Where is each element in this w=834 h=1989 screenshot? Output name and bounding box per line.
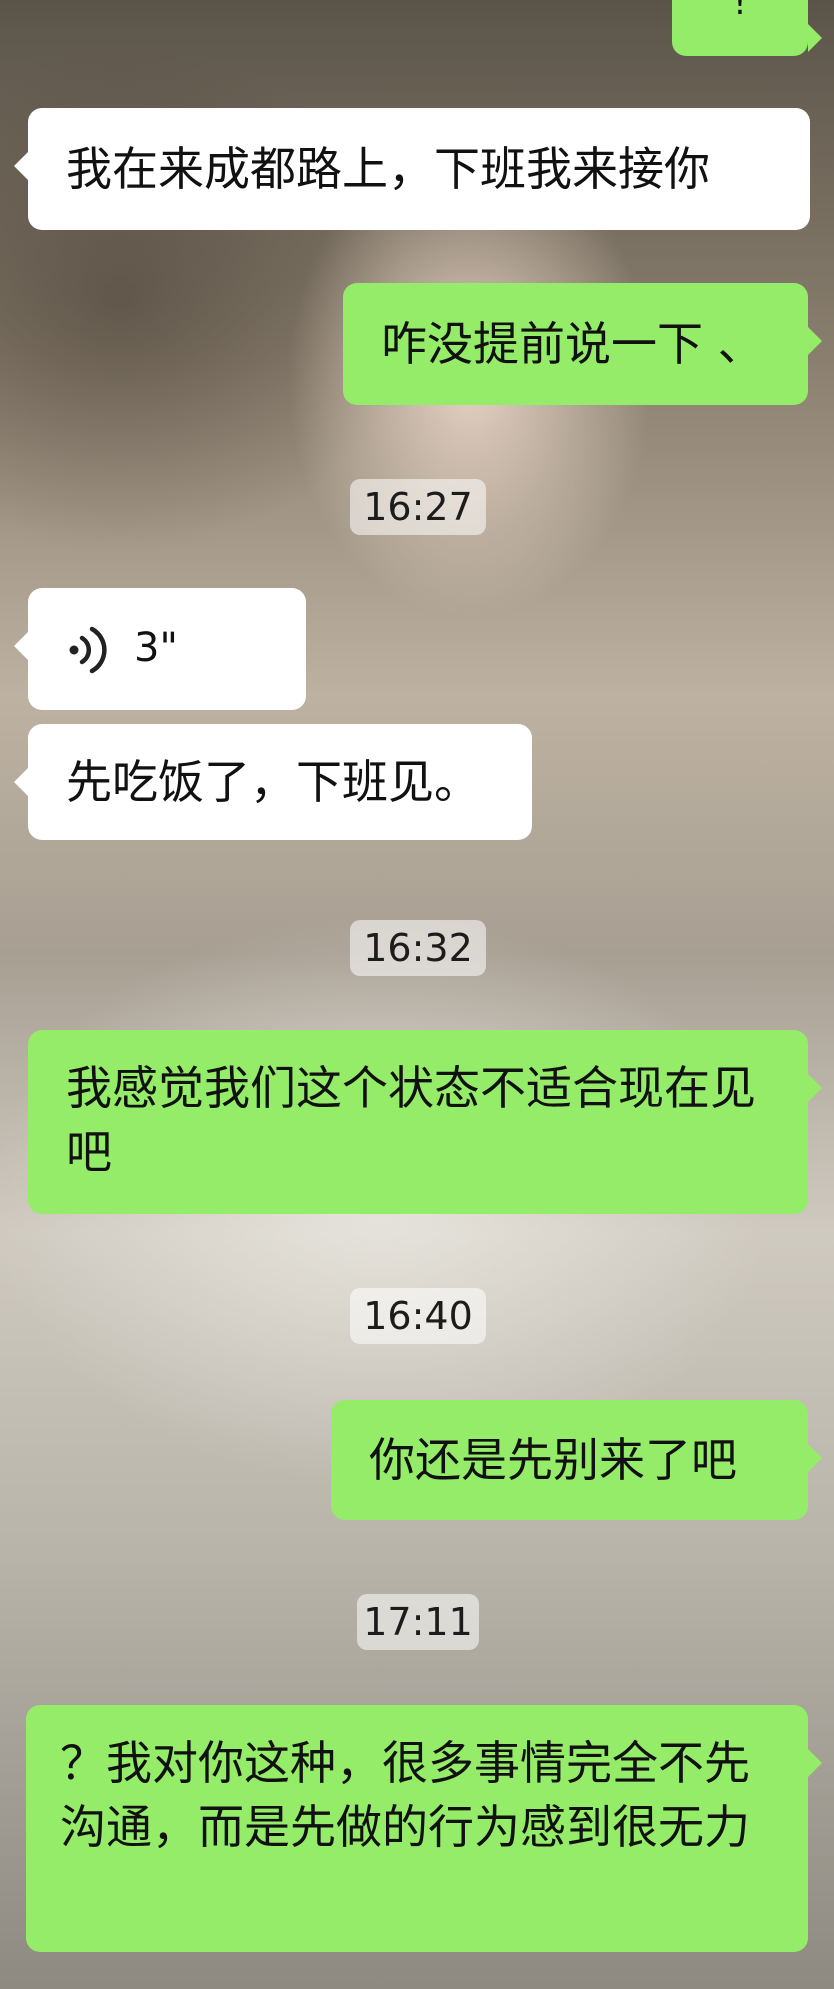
voice-duration: 3" [134,625,178,671]
message-text: 我在来成都路上，下班我来接你 [66,142,710,196]
message-bubble-incoming[interactable]: 我在来成都路上，下班我来接你 [14,108,810,230]
message-text: 我感觉我们这个状态不适合现在见吧 [66,1061,756,1179]
message-bubble-outgoing[interactable]: 咋没提前说一下 、 [343,283,822,405]
timestamp: 17:11 [357,1594,479,1650]
message-bubble-outgoing[interactable]: 我感觉我们这个状态不适合现在见吧 [28,1030,822,1214]
message-text: 咋没提前说一下 、 [381,317,764,371]
message-bubble-outgoing[interactable]: 你还是先别来了吧 [331,1400,822,1520]
partial-message-text: ! [733,0,747,23]
timestamp: 16:40 [350,1288,486,1344]
message-bubble-outgoing[interactable]: ？我对你这种，很多事情完全不先沟通，而是先做的行为感到很无力 [26,1705,822,1952]
voice-icon [69,626,107,674]
partial-message-bubble[interactable]: ! [672,0,822,56]
message-text: 你还是先别来了吧 [369,1433,737,1487]
message-text: ？我对你这种，很多事情完全不先沟通，而是先做的行为感到很无力 [60,1736,750,1854]
voice-message-bubble[interactable]: 3" [14,588,306,710]
message-bubble-incoming[interactable]: 先吃饭了，下班见。 [14,724,532,840]
timestamp: 16:32 [350,920,486,976]
message-text: 先吃饭了，下班见。 [66,755,480,809]
timestamp: 16:27 [350,479,486,535]
